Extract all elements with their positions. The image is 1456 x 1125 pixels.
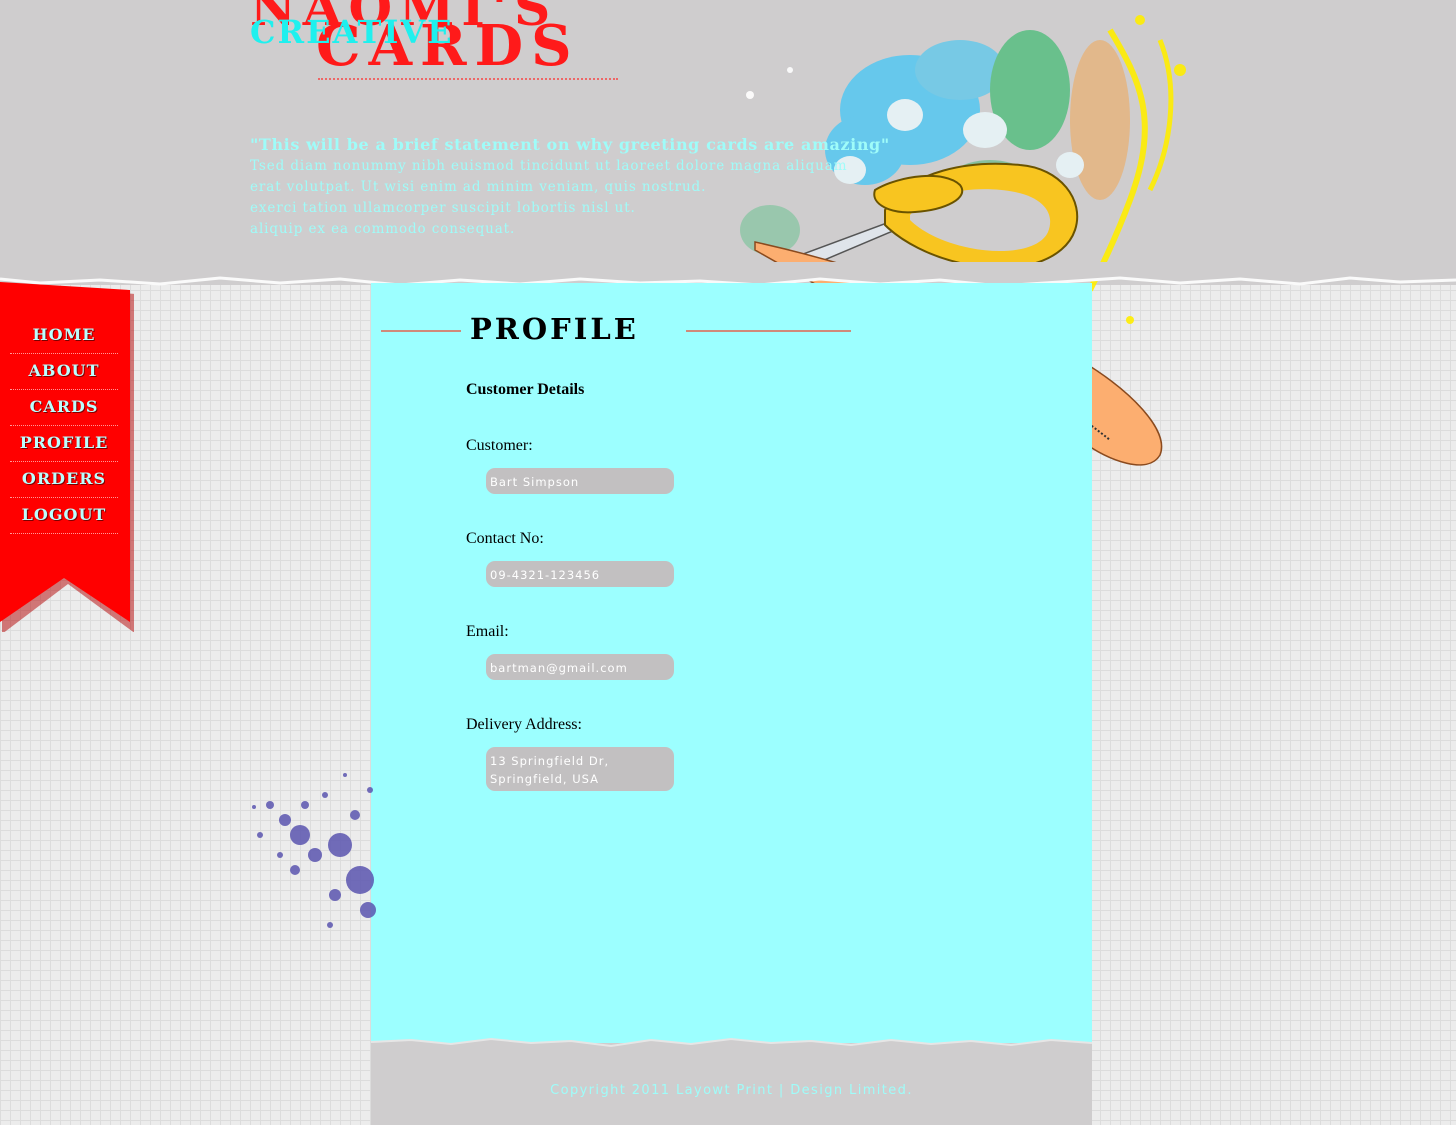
footer-copyright: Copyright 2011 Layowt Print | Design Lim… [550, 1083, 913, 1098]
statement-line: aliquip ex ea commodo consequat. [250, 221, 516, 237]
statement-line: Tsed diam nonummy nibh euismod tincidunt… [250, 158, 848, 174]
statement-body: Tsed diam nonummy nibh euismod tincidunt… [250, 156, 848, 240]
nav-item-about[interactable]: ABOUT [10, 354, 118, 390]
intro-statement: "This will be a brief statement on why g… [250, 134, 890, 240]
statement-line: exerci tation ullamcorper suscipit lobor… [250, 200, 636, 216]
nav-item-logout[interactable]: LOGOUT [10, 498, 118, 534]
customer-field[interactable]: Bart Simpson [486, 468, 674, 494]
address-label: Delivery Address: [466, 716, 582, 733]
main-nav: HOME ABOUT CARDS PROFILE ORDERS LOGOUT [10, 318, 118, 534]
sidebar-ribbon: HOME ABOUT CARDS PROFILE ORDERS LOGOUT [0, 282, 134, 632]
footer-torn-edge [371, 1037, 1092, 1056]
nav-item-orders[interactable]: ORDERS [10, 462, 118, 498]
email-field[interactable]: bartman@gmail.com [486, 654, 674, 680]
customer-label: Customer: [466, 437, 533, 454]
site-logo[interactable]: NAOMI'S CARDS CREATIVE [250, 0, 620, 82]
statement-title: "This will be a brief statement on why g… [250, 135, 890, 154]
logo-underline [318, 78, 618, 80]
nav-item-home[interactable]: HOME [10, 318, 118, 354]
contact-label: Contact No: [466, 530, 544, 547]
nav-item-profile[interactable]: PROFILE [10, 426, 118, 462]
title-rule-left [381, 330, 461, 332]
statement-line: erat volutpat. Ut wisi enim ad minim ven… [250, 179, 707, 195]
nav-item-cards[interactable]: CARDS [10, 390, 118, 426]
address-line-2: Springfield, USA [490, 772, 600, 786]
page-title: PROFILE [470, 312, 639, 346]
email-label: Email: [466, 623, 509, 640]
address-field[interactable]: 13 Springfield Dr, Springfield, USA [486, 747, 674, 791]
logo-creative: CREATIVE [250, 13, 454, 51]
title-rule-right [686, 330, 851, 332]
section-heading: Customer Details [466, 381, 585, 398]
contact-field[interactable]: 09-4321-123456 [486, 561, 674, 587]
address-line-1: 13 Springfield Dr, [490, 754, 610, 768]
paint-splatter-decoration [252, 773, 376, 928]
